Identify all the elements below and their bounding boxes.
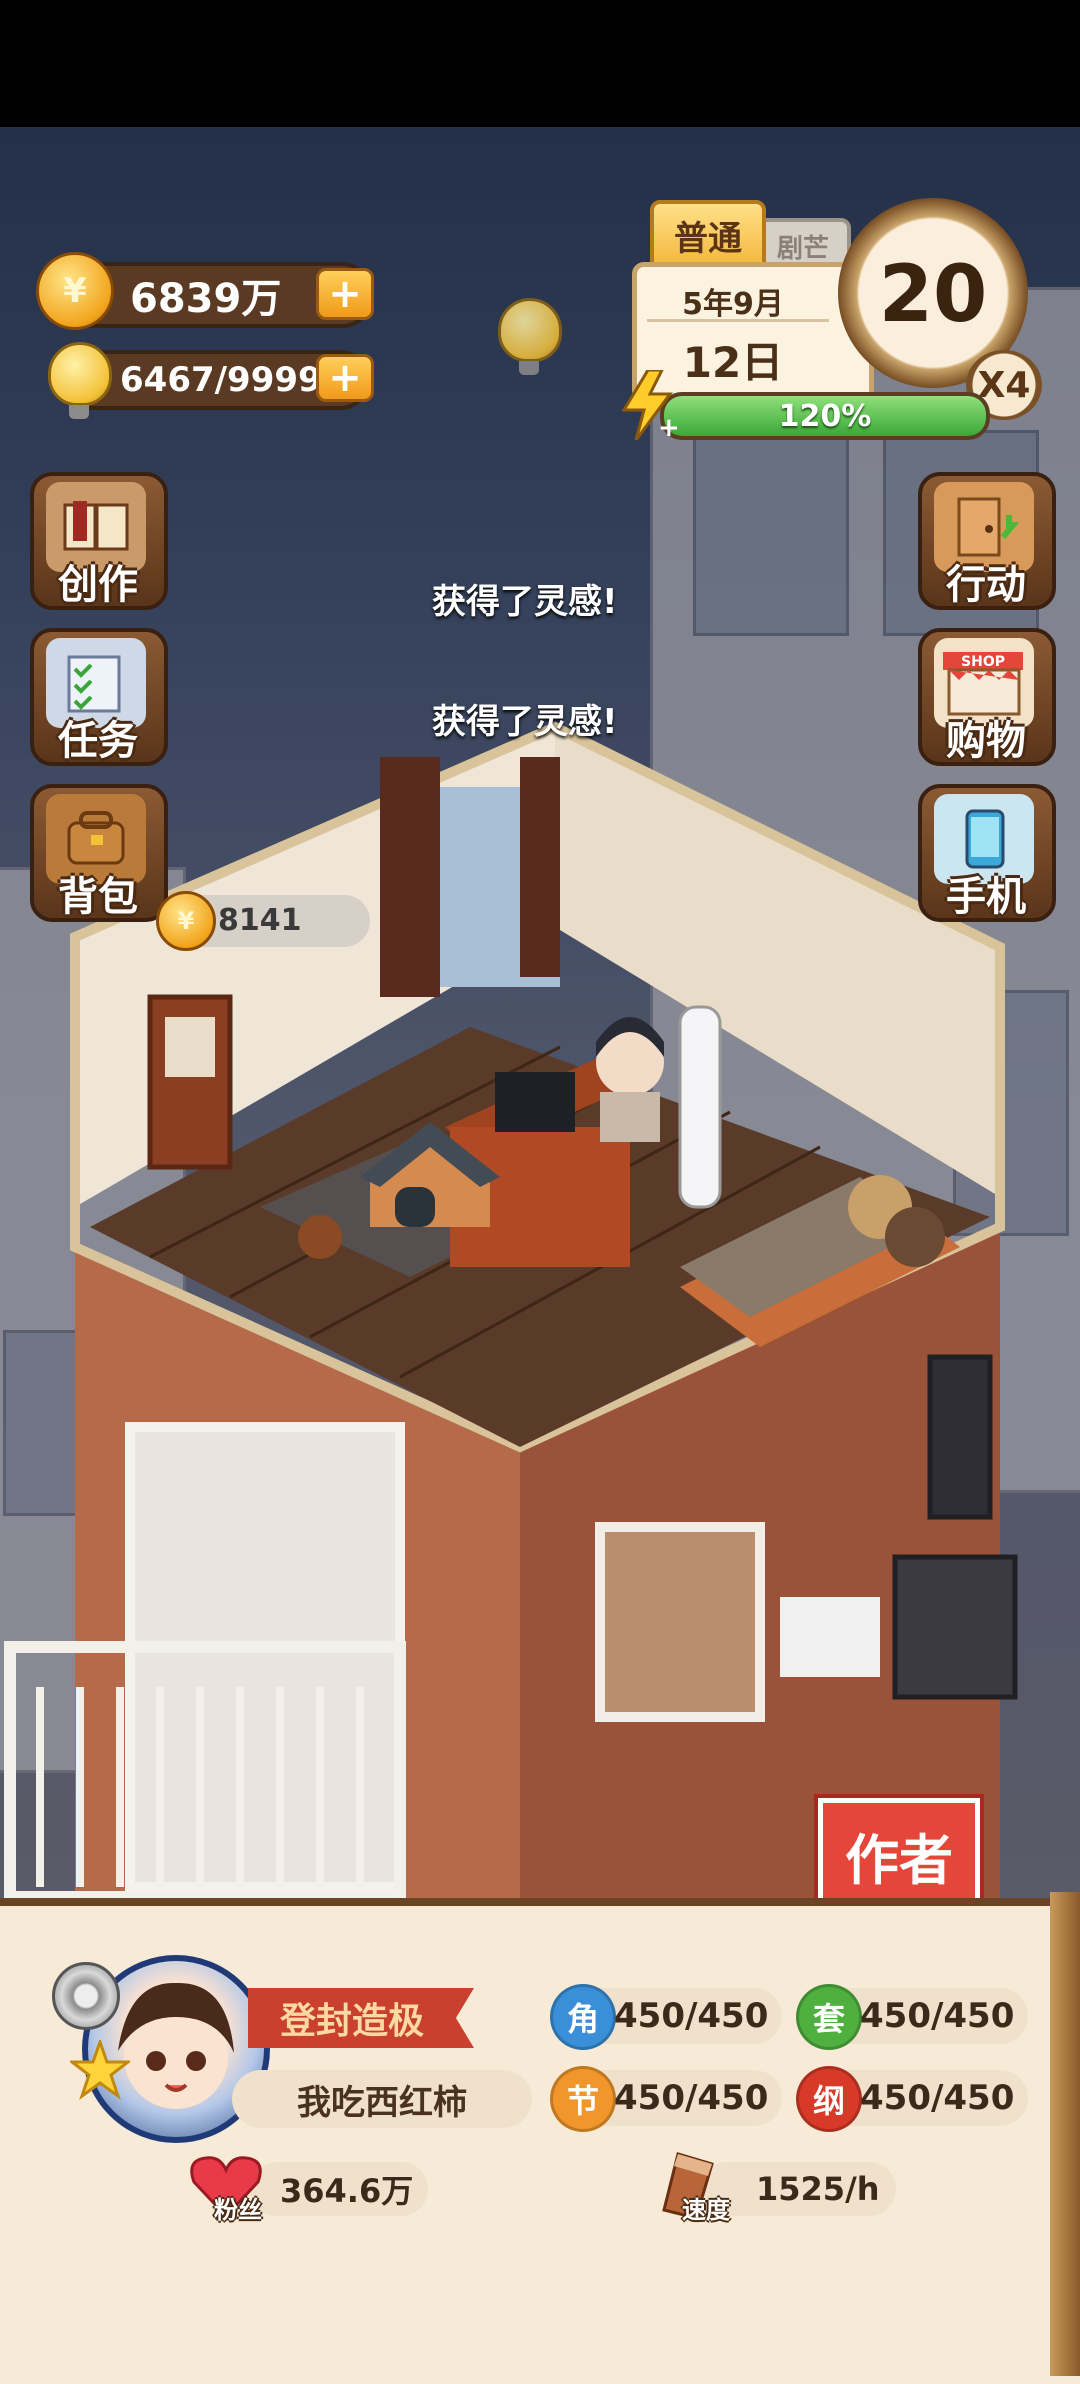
panel-spine [1050,1892,1080,2376]
floating-lightbulb-icon[interactable] [498,298,562,375]
lightbulb-icon [48,342,112,419]
stat-outline: 纲 450/450 [796,2066,1028,2132]
coin-amount: 6839万 [130,276,282,322]
add-coins-button[interactable]: + [316,268,374,320]
coin-icon: ¥ [36,252,114,330]
stat-badge: 纲 [796,2066,862,2132]
tasks-button[interactable]: 任务 [30,628,168,766]
player-name: 我吃西红柿 [232,2070,532,2128]
status-bar [0,0,1080,127]
stat-badge: 套 [796,1984,862,2050]
mode-tab-normal[interactable]: 普通 [650,200,766,270]
room-coin-bubble[interactable]: ¥ 8141 [156,891,370,951]
create-button[interactable]: 创作 [30,472,168,610]
speed-label: 速度 [682,2196,730,2224]
floating-message: 获得了灵感! [432,702,618,742]
energy-bar: 120% [660,392,990,440]
stat-value: 450/450 [860,2078,1015,2118]
day-counter: 20 [878,250,988,340]
svg-text:+: + [658,413,678,440]
inspiration-amount: 6467/9999 [120,360,322,400]
stat-pacing: 节 450/450 [550,2066,782,2132]
stat-value: 450/450 [614,1996,769,2036]
lightning-icon[interactable]: + [618,370,678,440]
backpack-button[interactable]: 背包 [30,784,168,922]
energy-percent: 120% [778,398,872,434]
fans-label: 粉丝 [214,2196,262,2224]
action-button[interactable]: 行动 [918,472,1056,610]
author-button[interactable]: 作者 [818,1798,980,1912]
star-icon [70,2040,130,2100]
year-month-label: 5年9月 [682,287,784,322]
rank-title: 登封造极 [248,1988,474,2048]
stat-badge: 角 [550,1984,616,2050]
fans-value: 364.6万 [280,2172,414,2210]
fans-counter: 364.6万 [250,2162,428,2216]
stat-value: 450/450 [860,1996,1015,2036]
stat-routine: 套 450/450 [796,1984,1028,2050]
speed-value: 1525/h [756,2170,880,2208]
shop-button[interactable]: SHOP 购物 [918,628,1056,766]
add-inspiration-button[interactable]: + [316,354,374,402]
svg-text:SHOP: SHOP [961,654,1005,670]
coin-icon: ¥ [156,891,216,951]
room-coin-value: 8141 [218,903,302,938]
stat-character: 角 450/450 [550,1984,782,2050]
stat-badge: 节 [550,2066,616,2132]
phone-button[interactable]: 手机 [918,784,1056,922]
settings-gear-icon[interactable] [52,1962,120,2030]
stat-value: 450/450 [614,2078,769,2118]
floating-message: 获得了灵感! [432,582,618,622]
